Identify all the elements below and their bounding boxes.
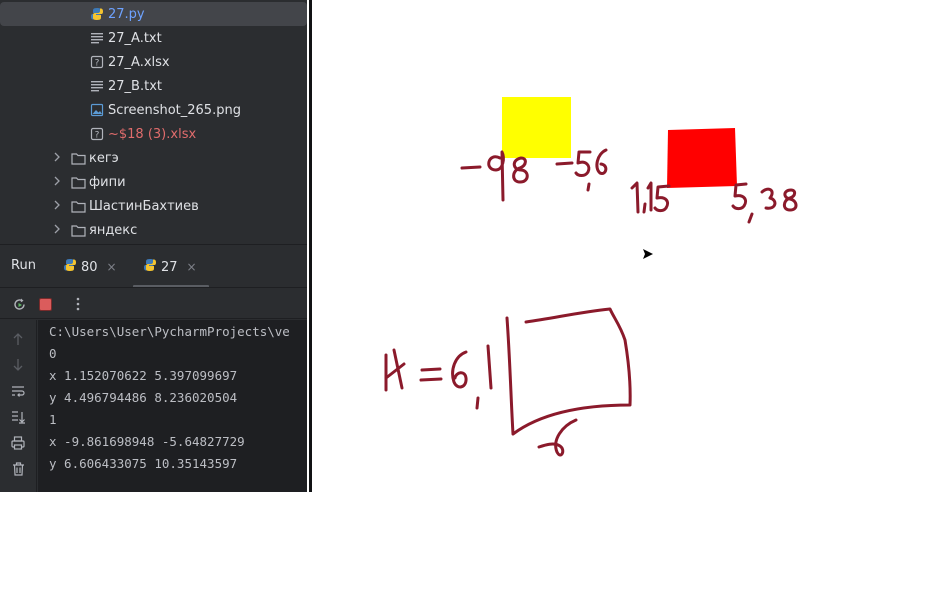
unknown-file-icon: ? bbox=[89, 54, 105, 70]
console-line: x -9.861698948 -5.64827729 bbox=[49, 434, 245, 449]
trash-icon[interactable] bbox=[10, 461, 26, 477]
text-file-icon bbox=[89, 30, 105, 46]
tree-item-label: ~$18 (3).xlsx bbox=[108, 126, 197, 142]
svg-text:?: ? bbox=[95, 131, 100, 141]
folder-icon bbox=[70, 150, 86, 166]
drawing-layer bbox=[384, 97, 798, 457]
tree-item-label: 27.py bbox=[108, 6, 145, 22]
tree-item-27-b-txt[interactable]: 27_B.txt bbox=[0, 74, 307, 98]
tree-item-27-a-txt[interactable]: 27_A.txt bbox=[0, 26, 307, 50]
tree-folder-shastin[interactable]: ШастинБахтиев bbox=[0, 194, 307, 218]
folder-icon bbox=[70, 174, 86, 190]
folder-icon bbox=[70, 198, 86, 214]
tab-label: 27 bbox=[161, 259, 178, 275]
tab-label: 80 bbox=[81, 259, 98, 275]
chevron-right-icon[interactable] bbox=[52, 152, 62, 165]
python-icon bbox=[143, 258, 157, 276]
image-file-icon bbox=[89, 102, 105, 118]
text-file-icon bbox=[89, 78, 105, 94]
python-icon bbox=[63, 258, 77, 276]
chevron-right-icon[interactable] bbox=[52, 176, 62, 189]
console-line: y 6.606433075 10.35143597 bbox=[49, 456, 238, 471]
print-icon[interactable] bbox=[10, 435, 26, 451]
tree-item-label: 27_A.xlsx bbox=[108, 54, 170, 70]
tree-item-label: ШастинБахтиев bbox=[89, 198, 199, 214]
console-line: y 4.496794486 8.236020504 bbox=[49, 390, 238, 405]
yellow-square bbox=[502, 97, 571, 158]
tree-item-temp-xlsx[interactable]: ? ~$18 (3).xlsx bbox=[0, 122, 307, 146]
rerun-icon[interactable] bbox=[11, 296, 27, 312]
python-file-icon bbox=[89, 6, 105, 22]
arrow-up-icon[interactable] bbox=[10, 331, 26, 347]
tree-item-label: фипи bbox=[89, 174, 126, 190]
scroll-to-end-icon[interactable] bbox=[10, 409, 26, 425]
console-gutter bbox=[0, 320, 37, 492]
tree-item-label: яндекс bbox=[89, 222, 138, 238]
tab-run-27[interactable]: 27 × bbox=[143, 256, 197, 278]
run-panel-title: Run bbox=[11, 258, 36, 273]
tree-item-label: кегэ bbox=[89, 150, 119, 166]
stop-icon[interactable] bbox=[37, 296, 53, 312]
tree-item-27-py[interactable]: 27.py bbox=[0, 2, 307, 26]
run-tool-window-header: Run 80 × 27 × bbox=[0, 244, 307, 288]
red-square bbox=[667, 128, 737, 188]
console-line: 0 bbox=[49, 346, 57, 361]
console-line: 1 bbox=[49, 412, 57, 427]
tree-item-label: Screenshot_265.png bbox=[108, 102, 241, 118]
tree-item-label: 27_B.txt bbox=[108, 78, 162, 94]
run-toolbar bbox=[0, 287, 307, 319]
soft-wrap-icon[interactable] bbox=[10, 383, 26, 399]
pycharm-ide-panel: 27.py 27_A.txt ? 27_A.xlsx 27_B.txt Scre… bbox=[0, 0, 307, 492]
console-line: C:\Users\User\PycharmProjects\ve bbox=[49, 324, 290, 339]
project-tree: 27.py 27_A.txt ? 27_A.xlsx 27_B.txt Scre… bbox=[0, 2, 307, 242]
unknown-file-icon: ? bbox=[89, 126, 105, 142]
close-tab-icon[interactable]: × bbox=[107, 260, 117, 274]
chevron-right-icon[interactable] bbox=[52, 200, 62, 213]
console-output[interactable]: C:\Users\User\PycharmProjects\ve 0 x 1.1… bbox=[38, 320, 307, 492]
whiteboard-canvas[interactable] bbox=[312, 0, 947, 598]
console-line: x 1.152070622 5.397099697 bbox=[49, 368, 238, 383]
chevron-right-icon[interactable] bbox=[52, 224, 62, 237]
tree-folder-yandex[interactable]: яндекс bbox=[0, 218, 307, 242]
tree-folder-kege[interactable]: кегэ bbox=[0, 146, 307, 170]
arrow-down-icon[interactable] bbox=[10, 357, 26, 373]
tree-item-screenshot-png[interactable]: Screenshot_265.png bbox=[0, 98, 307, 122]
handwritten-annotations bbox=[384, 148, 798, 457]
tree-folder-fipi[interactable]: фипи bbox=[0, 170, 307, 194]
more-options-icon[interactable] bbox=[70, 296, 86, 312]
close-tab-icon[interactable]: × bbox=[187, 260, 197, 274]
tree-item-27-a-xlsx[interactable]: ? 27_A.xlsx bbox=[0, 50, 307, 74]
svg-text:?: ? bbox=[95, 59, 100, 69]
tab-run-80[interactable]: 80 × bbox=[63, 256, 117, 278]
mouse-cursor-icon bbox=[643, 249, 653, 259]
folder-icon bbox=[70, 222, 86, 238]
tree-item-label: 27_A.txt bbox=[108, 30, 162, 46]
